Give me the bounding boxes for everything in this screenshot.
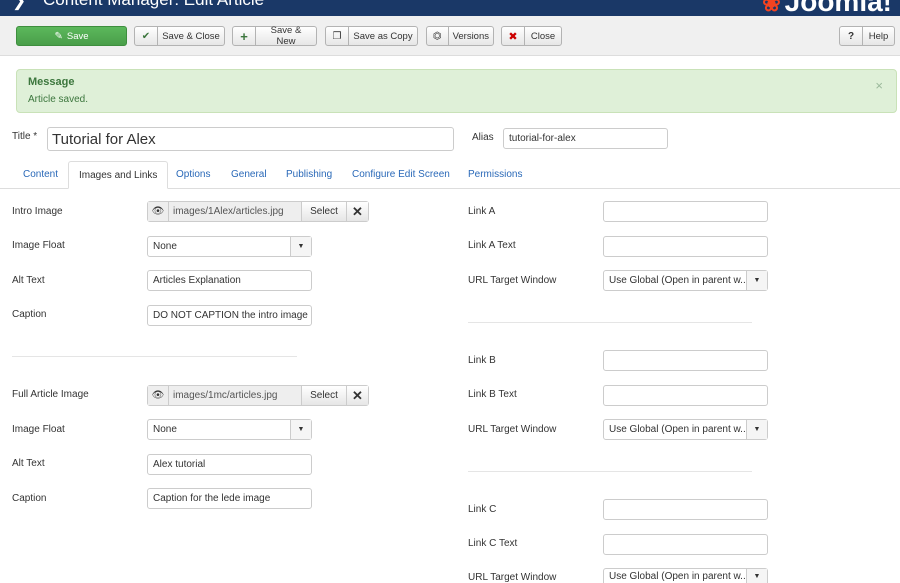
full-float-value: None: [153, 424, 177, 435]
link-a-target-label: URL Target Window: [468, 275, 557, 286]
full-image-path: images/1mc/articles.jpg: [169, 386, 302, 405]
link-c-input[interactable]: [603, 499, 768, 520]
tab-publishing[interactable]: Publishing: [276, 161, 342, 187]
link-c-target-select[interactable]: Use Global (Open in parent w... ▼: [603, 568, 768, 583]
menu-toggle-icon[interactable]: ❯: [12, 0, 26, 11]
intro-alt-input[interactable]: Articles Explanation: [147, 270, 312, 291]
copy-icon: ❐: [326, 27, 349, 45]
save-button[interactable]: ✎ Save: [16, 26, 127, 46]
full-image-label: Full Article Image: [12, 389, 89, 400]
save-new-button[interactable]: + Save & New: [232, 25, 317, 47]
cancel-icon: ✖: [502, 27, 525, 45]
link-a-input[interactable]: [603, 201, 768, 222]
link-b-text-input[interactable]: [603, 385, 768, 406]
link-c-label: Link C: [468, 504, 497, 515]
page-title: Content Manager: Edit Article: [43, 0, 264, 10]
full-float-label: Image Float: [12, 424, 65, 435]
full-float-select[interactable]: None ▼: [147, 419, 312, 440]
alias-input[interactable]: tutorial-for-alex: [503, 128, 668, 149]
intro-image-field: 👁 images/1Alex/articles.jpg Select ✕: [147, 201, 369, 222]
link-b-input[interactable]: [603, 350, 768, 371]
save-close-button[interactable]: ✔ Save & Close: [134, 26, 225, 46]
intro-float-value: None: [153, 241, 177, 252]
preview-eye-icon[interactable]: 👁: [148, 202, 169, 221]
intro-image-label: Intro Image: [12, 206, 63, 217]
preview-eye-icon[interactable]: 👁: [148, 386, 169, 405]
joomla-logo-icon: ❀: [762, 0, 781, 16]
archive-icon: ⏣: [427, 27, 449, 45]
tab-options[interactable]: Options: [166, 161, 220, 187]
edit-icon: ✎: [54, 30, 63, 42]
joomla-logo-text: Joomla!: [784, 0, 892, 16]
full-alt-label: Alt Text: [12, 458, 45, 469]
divider: [468, 322, 752, 323]
link-a-text-label: Link A Text: [468, 240, 516, 251]
intro-image-select-button[interactable]: Select: [302, 202, 347, 221]
divider: [12, 356, 297, 357]
chevron-down-icon: ▼: [746, 569, 767, 583]
toolbar: ✎ Save ✔ Save & Close + Save & New ❐ Sav…: [0, 16, 900, 56]
tab-configure-edit-screen[interactable]: Configure Edit Screen: [342, 161, 460, 187]
tab-bar: Content Images and Links Options General…: [0, 161, 900, 189]
link-b-text-label: Link B Text: [468, 389, 517, 400]
link-a-target-value: Use Global (Open in parent w...: [609, 275, 746, 286]
chevron-down-icon: ▼: [290, 237, 311, 256]
link-a-target-select[interactable]: Use Global (Open in parent w... ▼: [603, 270, 768, 291]
link-a-text-input[interactable]: [603, 236, 768, 257]
message-text: Article saved.: [28, 94, 89, 105]
check-icon: ✔: [135, 27, 158, 45]
close-icon[interactable]: ×: [875, 78, 883, 93]
full-image-clear-icon[interactable]: ✕: [347, 386, 368, 405]
link-c-text-input[interactable]: [603, 534, 768, 555]
help-button[interactable]: ? Help: [839, 26, 895, 46]
chevron-down-icon: ▼: [746, 271, 767, 290]
title-input[interactable]: Tutorial for Alex: [47, 127, 454, 151]
tab-images-and-links[interactable]: Images and Links: [68, 161, 169, 189]
link-b-target-label: URL Target Window: [468, 424, 557, 435]
full-alt-input[interactable]: Alex tutorial: [147, 454, 312, 475]
tab-general[interactable]: General: [221, 161, 277, 187]
success-message: Message Article saved. ×: [16, 69, 897, 113]
link-c-text-label: Link C Text: [468, 538, 518, 549]
link-b-label: Link B: [468, 355, 496, 366]
intro-float-select[interactable]: None ▼: [147, 236, 312, 257]
tab-permissions[interactable]: Permissions: [458, 161, 532, 187]
intro-alt-label: Alt Text: [12, 275, 45, 286]
question-icon: ?: [840, 27, 863, 45]
full-image-field: 👁 images/1mc/articles.jpg Select ✕: [147, 385, 369, 406]
alias-label: Alias: [472, 132, 494, 143]
intro-image-clear-icon[interactable]: ✕: [347, 202, 368, 221]
full-image-select-button[interactable]: Select: [302, 386, 347, 405]
link-c-target-label: URL Target Window: [468, 572, 557, 583]
joomla-logo[interactable]: ❀ Joomla!: [762, 0, 892, 16]
versions-button[interactable]: ⏣ Versions: [426, 26, 494, 46]
plus-icon: +: [233, 27, 256, 45]
intro-caption-input[interactable]: DO NOT CAPTION the intro image: [147, 305, 312, 326]
app-header: ❯ Content Manager: Edit Article ❀Joomla!: [0, 0, 900, 16]
title-label: Title *: [12, 131, 38, 142]
close-button[interactable]: ✖ Close: [501, 26, 562, 46]
intro-caption-label: Caption: [12, 309, 47, 320]
divider: [468, 471, 752, 472]
chevron-down-icon: ▼: [290, 420, 311, 439]
full-caption-label: Caption: [12, 493, 47, 504]
link-a-label: Link A: [468, 206, 496, 217]
save-copy-button[interactable]: ❐ Save as Copy: [325, 26, 418, 46]
intro-float-label: Image Float: [12, 240, 65, 251]
link-b-target-value: Use Global (Open in parent w...: [609, 424, 746, 435]
tab-content[interactable]: Content: [13, 161, 68, 187]
intro-image-path: images/1Alex/articles.jpg: [169, 202, 302, 221]
message-heading: Message: [28, 76, 75, 88]
chevron-down-icon: ▼: [746, 420, 767, 439]
full-caption-input[interactable]: Caption for the lede image: [147, 488, 312, 509]
link-c-target-value: Use Global (Open in parent w...: [609, 570, 746, 582]
link-b-target-select[interactable]: Use Global (Open in parent w... ▼: [603, 419, 768, 440]
